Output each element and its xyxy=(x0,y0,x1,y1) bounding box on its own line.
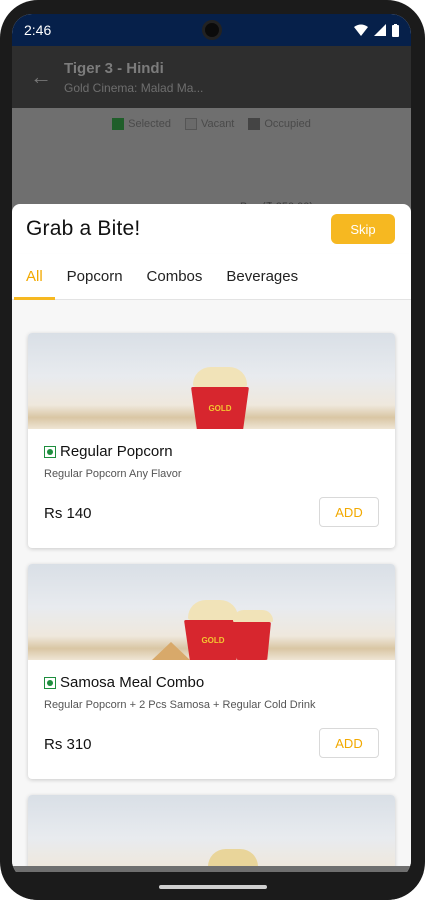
popcorn-tub: GOLD xyxy=(191,367,249,429)
item-name: Regular Popcorn xyxy=(60,443,173,460)
signal-icon xyxy=(374,24,386,36)
drink-cup xyxy=(233,610,273,660)
legend-selected: Selected xyxy=(112,118,171,131)
popcorn-image: GOLD xyxy=(28,333,395,429)
food-list: GOLD Regular Popcorn Regular Popcorn Any… xyxy=(12,300,411,866)
sheet-title: Grab a Bite! xyxy=(26,217,141,240)
add-button[interactable]: ADD xyxy=(319,728,379,758)
item-description: Regular Popcorn + 2 Pcs Samosa + Regular… xyxy=(44,699,316,711)
camera-cutout xyxy=(201,20,222,40)
food-card[interactable]: GOLD xyxy=(28,795,395,866)
skip-button[interactable]: Skip xyxy=(331,214,395,244)
home-gesture-pill[interactable] xyxy=(158,885,267,889)
status-icons xyxy=(354,23,399,37)
item-name: Samosa Meal Combo xyxy=(60,674,205,691)
background-header: ← Tiger 3 - Hindi Gold Cinema: Malad Ma.… xyxy=(12,46,411,108)
wifi-icon xyxy=(354,24,368,36)
food-card[interactable]: GOLD Samosa Meal Combo Regular Popcorn +… xyxy=(28,564,395,779)
veg-icon xyxy=(44,445,56,458)
status-time: 2:46 xyxy=(24,22,52,38)
veg-icon xyxy=(44,676,56,689)
cinema-name: Gold Cinema: Malad Ma... xyxy=(64,80,204,95)
screen: 2:46 ← Tiger 3 - Hindi Gold Cinema: Mala… xyxy=(12,14,411,880)
back-arrow-icon[interactable]: ← xyxy=(30,64,64,90)
item-description: Regular Popcorn Any Flavor xyxy=(44,468,182,480)
tab-combos[interactable]: Combos xyxy=(135,254,215,299)
tab-beverages[interactable]: Beverages xyxy=(214,254,310,299)
seat-legend: Selected Vacant Occupied xyxy=(12,118,411,131)
add-button[interactable]: ADD xyxy=(319,497,379,527)
popcorn-tub: GOLD xyxy=(204,849,262,866)
tab-all[interactable]: All xyxy=(14,254,55,300)
beverage-image: GOLD xyxy=(28,795,395,866)
category-tabs: All Popcorn Combos Beverages xyxy=(12,254,411,300)
food-card[interactable]: GOLD Regular Popcorn Regular Popcorn Any… xyxy=(28,333,395,548)
battery-icon xyxy=(392,23,399,37)
legend-vacant: Vacant xyxy=(184,118,234,131)
sheet-header: Grab a Bite! Skip xyxy=(12,204,411,254)
tab-popcorn[interactable]: Popcorn xyxy=(55,254,135,299)
legend-occupied: Occupied xyxy=(248,118,311,131)
grab-a-bite-sheet: Grab a Bite! Skip All Popcorn Combos Bev… xyxy=(12,204,411,866)
navigation-bar xyxy=(0,872,425,900)
item-price: Rs 310 xyxy=(44,736,92,753)
combo-image: GOLD xyxy=(28,564,395,660)
movie-title: Tiger 3 - Hindi xyxy=(64,59,164,77)
item-price: Rs 140 xyxy=(44,505,92,522)
phone-frame: 2:46 ← Tiger 3 - Hindi Gold Cinema: Mala… xyxy=(0,0,425,900)
